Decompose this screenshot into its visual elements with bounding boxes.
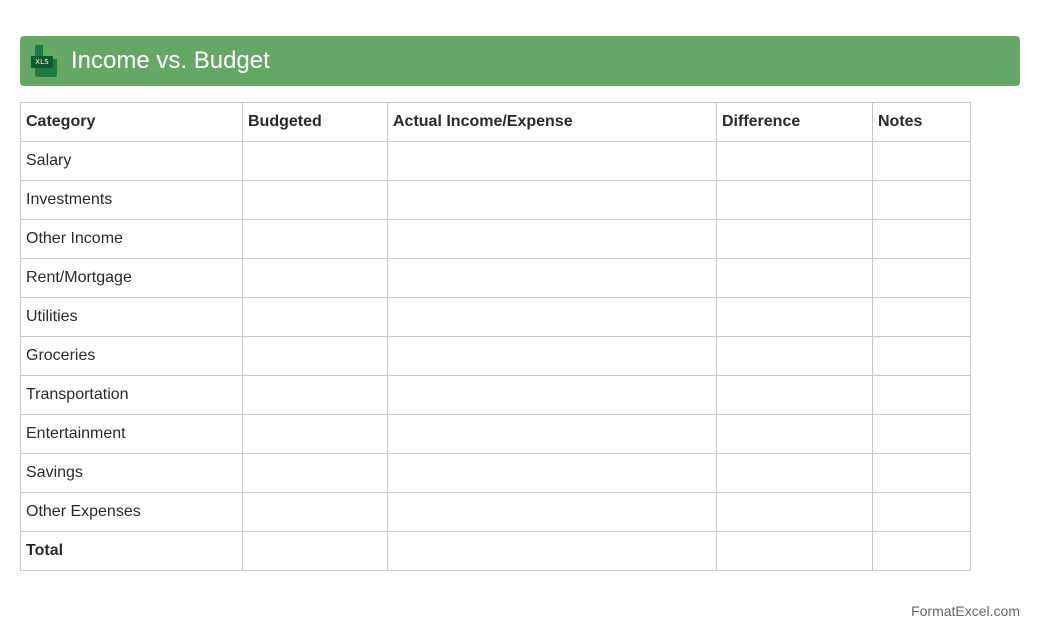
table-row: Other Income xyxy=(20,219,971,259)
category-cell: Other Expenses xyxy=(20,492,243,532)
actual-cell[interactable] xyxy=(387,141,717,181)
budgeted-cell[interactable] xyxy=(242,180,388,220)
category-cell: Savings xyxy=(20,453,243,493)
notes-cell[interactable] xyxy=(872,375,971,415)
column-header-budgeted: Budgeted xyxy=(242,102,388,142)
category-cell: Entertainment xyxy=(20,414,243,454)
difference-cell[interactable] xyxy=(716,453,873,493)
xls-file-icon-tag: XLS xyxy=(31,56,53,68)
notes-cell[interactable] xyxy=(872,141,971,181)
notes-cell[interactable] xyxy=(872,219,971,259)
category-cell: Rent/Mortgage xyxy=(20,258,243,298)
budgeted-total-cell[interactable] xyxy=(242,531,388,571)
budgeted-cell[interactable] xyxy=(242,492,388,532)
budgeted-cell[interactable] xyxy=(242,336,388,376)
budgeted-cell[interactable] xyxy=(242,297,388,337)
footer-credit: FormatExcel.com xyxy=(911,603,1020,619)
table-row: Other Expenses xyxy=(20,492,971,532)
notes-cell[interactable] xyxy=(872,336,971,376)
table-row: Entertainment xyxy=(20,414,971,454)
category-cell: Investments xyxy=(20,180,243,220)
notes-cell[interactable] xyxy=(872,453,971,493)
actual-cell[interactable] xyxy=(387,453,717,493)
column-header-notes: Notes xyxy=(872,102,971,142)
notes-cell[interactable] xyxy=(872,414,971,454)
actual-cell[interactable] xyxy=(387,180,717,220)
column-header-difference: Difference xyxy=(716,102,873,142)
category-cell: Salary xyxy=(20,141,243,181)
budgeted-cell[interactable] xyxy=(242,141,388,181)
total-label-cell: Total xyxy=(20,531,243,571)
budgeted-cell[interactable] xyxy=(242,219,388,259)
category-cell: Groceries xyxy=(20,336,243,376)
budgeted-cell[interactable] xyxy=(242,453,388,493)
notes-cell[interactable] xyxy=(872,492,971,532)
actual-cell[interactable] xyxy=(387,258,717,298)
notes-cell[interactable] xyxy=(872,180,971,220)
category-cell: Other Income xyxy=(20,219,243,259)
table-row: Groceries xyxy=(20,336,971,376)
column-header-actual: Actual Income/Expense xyxy=(387,102,717,142)
difference-cell[interactable] xyxy=(716,414,873,454)
difference-cell[interactable] xyxy=(716,375,873,415)
total-row: Total xyxy=(20,531,971,571)
difference-cell[interactable] xyxy=(716,336,873,376)
table-row: Savings xyxy=(20,453,971,493)
difference-cell[interactable] xyxy=(716,492,873,532)
table-row: Rent/Mortgage xyxy=(20,258,971,298)
difference-cell[interactable] xyxy=(716,180,873,220)
actual-cell[interactable] xyxy=(387,492,717,532)
actual-cell[interactable] xyxy=(387,297,717,337)
difference-cell[interactable] xyxy=(716,141,873,181)
notes-cell[interactable] xyxy=(872,258,971,298)
table-row: Transportation xyxy=(20,375,971,415)
category-cell: Utilities xyxy=(20,297,243,337)
difference-total-cell[interactable] xyxy=(716,531,873,571)
table-row: Utilities xyxy=(20,297,971,337)
actual-cell[interactable] xyxy=(387,336,717,376)
table-row: Salary xyxy=(20,141,971,181)
actual-total-cell[interactable] xyxy=(387,531,717,571)
table-header-row: Category Budgeted Actual Income/Expense … xyxy=(20,102,971,142)
column-header-category: Category xyxy=(20,102,243,142)
xls-file-icon: XLS xyxy=(31,45,57,77)
difference-cell[interactable] xyxy=(716,297,873,337)
budgeted-cell[interactable] xyxy=(242,414,388,454)
actual-cell[interactable] xyxy=(387,219,717,259)
header-bar: XLS Income vs. Budget xyxy=(20,36,1020,86)
notes-total-cell[interactable] xyxy=(872,531,971,571)
page-title: Income vs. Budget xyxy=(71,47,270,74)
budgeted-cell[interactable] xyxy=(242,375,388,415)
category-cell: Transportation xyxy=(20,375,243,415)
difference-cell[interactable] xyxy=(716,258,873,298)
difference-cell[interactable] xyxy=(716,219,873,259)
actual-cell[interactable] xyxy=(387,414,717,454)
notes-cell[interactable] xyxy=(872,297,971,337)
actual-cell[interactable] xyxy=(387,375,717,415)
budget-table: Category Budgeted Actual Income/Expense … xyxy=(20,102,971,571)
budgeted-cell[interactable] xyxy=(242,258,388,298)
table-row: Investments xyxy=(20,180,971,220)
